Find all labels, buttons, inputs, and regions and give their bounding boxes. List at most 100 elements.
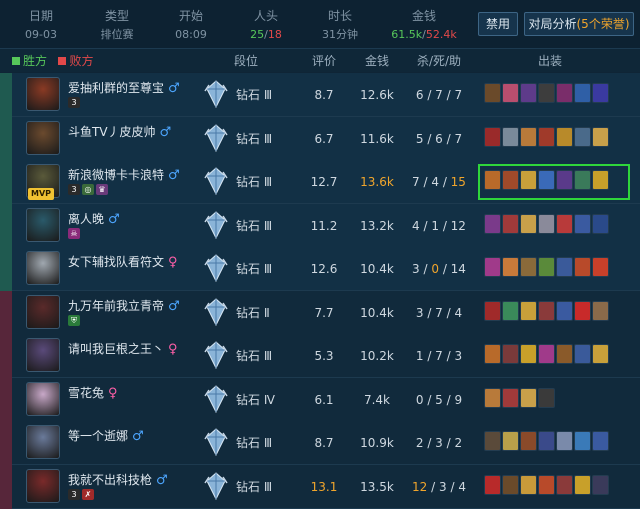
- item-icon[interactable]: [574, 257, 591, 277]
- item-icon[interactable]: [574, 300, 591, 321]
- player-name[interactable]: 请叫我巨根之王丶 ♀: [68, 340, 178, 357]
- item-icon[interactable]: [574, 431, 591, 451]
- item-icon[interactable]: [538, 170, 555, 190]
- item-icon[interactable]: [538, 387, 555, 408]
- item-icon[interactable]: [592, 344, 609, 364]
- item-icon[interactable]: [502, 300, 519, 321]
- item-icon[interactable]: [574, 474, 591, 495]
- player-name[interactable]: 新浪微博卡卡浪特 ♂: [68, 166, 180, 183]
- champion-avatar[interactable]: [26, 207, 60, 242]
- item-icon[interactable]: [538, 344, 555, 364]
- item-icon[interactable]: [538, 126, 555, 147]
- player-name[interactable]: 斗鱼TV丿皮皮帅 ♂: [68, 123, 171, 140]
- player-name[interactable]: 雪花兔 ♀: [68, 384, 118, 401]
- item-icon[interactable]: [556, 213, 573, 234]
- champion-avatar[interactable]: [26, 468, 60, 503]
- item-icon[interactable]: [574, 344, 591, 364]
- item-icon[interactable]: [556, 300, 573, 321]
- item-icon[interactable]: [502, 474, 519, 495]
- champion-avatar[interactable]: [26, 120, 60, 155]
- item-icon[interactable]: [520, 431, 537, 451]
- player-row[interactable]: 斗鱼TV丿皮皮帅 ♂ 钻石 Ⅲ 6.7 11.6k 5 / 6 / 7: [0, 116, 640, 161]
- item-icon[interactable]: [502, 213, 519, 234]
- match-analysis-button[interactable]: 对局分析(5个荣誉): [524, 12, 634, 36]
- item-icon[interactable]: [484, 474, 501, 495]
- item-icon[interactable]: [484, 300, 501, 321]
- player-name[interactable]: 女下辅找队看符文 ♀: [68, 253, 178, 270]
- item-icon[interactable]: [574, 83, 591, 103]
- player-row[interactable]: MVP 新浪微博卡卡浪特 ♂ 3 ◎ ♛ 钻石 Ⅲ 12.7 13.6k 7 / 4 …: [0, 160, 640, 204]
- player-row[interactable]: 离人晚 ♂ ☠ 钻石 Ⅲ 11.2 13.2k 4 / 1 / 12: [0, 203, 640, 248]
- item-icon[interactable]: [484, 126, 501, 147]
- item-icon[interactable]: [556, 474, 573, 495]
- item-icon[interactable]: [556, 83, 573, 103]
- item-icon[interactable]: [520, 170, 537, 190]
- champion-avatar[interactable]: [26, 294, 60, 329]
- item-icon[interactable]: [502, 83, 519, 103]
- item-icon[interactable]: [502, 257, 519, 277]
- item-icon[interactable]: [592, 300, 609, 321]
- item-icon[interactable]: [520, 474, 537, 495]
- player-row[interactable]: 我就不出科技枪 ♂ 3 ✗ 钻石 Ⅲ 13.1 13.5k 12 / 3 / 4: [0, 464, 640, 509]
- player-name[interactable]: 离人晚 ♂: [68, 210, 120, 227]
- player-name[interactable]: 爱抽利群的至尊宝 ♂: [68, 79, 180, 96]
- player-row[interactable]: 雪花兔 ♀ 钻石 Ⅳ 6.1 7.4k 0 / 5 / 9: [0, 377, 640, 422]
- player-row[interactable]: 等一个逝娜 ♂ 钻石 Ⅲ 8.7 10.9k 2 / 3 / 2: [0, 421, 640, 465]
- item-icon[interactable]: [484, 387, 501, 408]
- player-row[interactable]: 女下辅找队看符文 ♀ 钻石 Ⅲ 12.6 10.4k 3 / 0 / 14: [0, 247, 640, 291]
- item-icon[interactable]: [592, 213, 609, 234]
- summary-duration-label: 时长: [327, 9, 352, 23]
- item-icon[interactable]: [502, 126, 519, 147]
- item-build: [484, 387, 624, 412]
- item-icon[interactable]: [484, 431, 501, 451]
- item-icon[interactable]: [592, 170, 609, 190]
- player-name[interactable]: 我就不出科技枪 ♂: [68, 471, 168, 488]
- item-icon[interactable]: [592, 474, 609, 495]
- item-icon[interactable]: [502, 344, 519, 364]
- item-icon[interactable]: [484, 83, 501, 103]
- player-name[interactable]: 等一个逝娜 ♂: [68, 427, 144, 444]
- item-icon[interactable]: [574, 213, 591, 234]
- item-icon[interactable]: [520, 83, 537, 103]
- item-icon[interactable]: [520, 213, 537, 234]
- item-icon[interactable]: [574, 126, 591, 147]
- item-icon[interactable]: [484, 257, 501, 277]
- item-icon[interactable]: [520, 257, 537, 277]
- item-icon[interactable]: [484, 344, 501, 364]
- item-icon[interactable]: [538, 83, 555, 103]
- item-icon[interactable]: [592, 126, 609, 147]
- item-icon[interactable]: [502, 431, 519, 451]
- item-icon[interactable]: [502, 170, 519, 190]
- item-icon[interactable]: [484, 213, 501, 234]
- champion-avatar[interactable]: [26, 425, 60, 459]
- item-icon[interactable]: [556, 431, 573, 451]
- item-icon[interactable]: [538, 474, 555, 495]
- item-icon[interactable]: [556, 170, 573, 190]
- champion-avatar[interactable]: [26, 338, 60, 372]
- item-icon[interactable]: [520, 387, 537, 408]
- item-icon[interactable]: [574, 170, 591, 190]
- item-icon[interactable]: [502, 387, 519, 408]
- player-row[interactable]: 请叫我巨根之王丶 ♀ 钻石 Ⅲ 5.3 10.2k 1 / 7 / 3: [0, 334, 640, 378]
- player-name[interactable]: 九万年前我立青帝 ♂: [68, 297, 180, 314]
- item-icon[interactable]: [592, 257, 609, 277]
- item-icon[interactable]: [538, 431, 555, 451]
- item-icon[interactable]: [592, 83, 609, 103]
- item-icon[interactable]: [520, 126, 537, 147]
- champion-avatar[interactable]: [26, 381, 60, 416]
- item-icon[interactable]: [538, 257, 555, 277]
- item-icon[interactable]: [556, 126, 573, 147]
- item-icon[interactable]: [556, 344, 573, 364]
- player-row[interactable]: 爱抽利群的至尊宝 ♂ 3 钻石 Ⅲ 8.7 12.6k 6 / 7 / 7: [0, 73, 640, 117]
- item-icon[interactable]: [556, 257, 573, 277]
- item-icon[interactable]: [538, 213, 555, 234]
- item-icon[interactable]: [520, 344, 537, 364]
- item-icon[interactable]: [484, 170, 501, 190]
- champion-avatar[interactable]: [26, 251, 60, 285]
- player-row[interactable]: 九万年前我立青帝 ♂ ⛨ 钻石 Ⅱ 7.7 10.4k 3 / 7 / 4: [0, 290, 640, 335]
- ban-button[interactable]: 禁用: [478, 12, 518, 36]
- item-icon[interactable]: [538, 300, 555, 321]
- item-icon[interactable]: [520, 300, 537, 321]
- champion-avatar[interactable]: [26, 77, 60, 111]
- item-icon[interactable]: [592, 431, 609, 451]
